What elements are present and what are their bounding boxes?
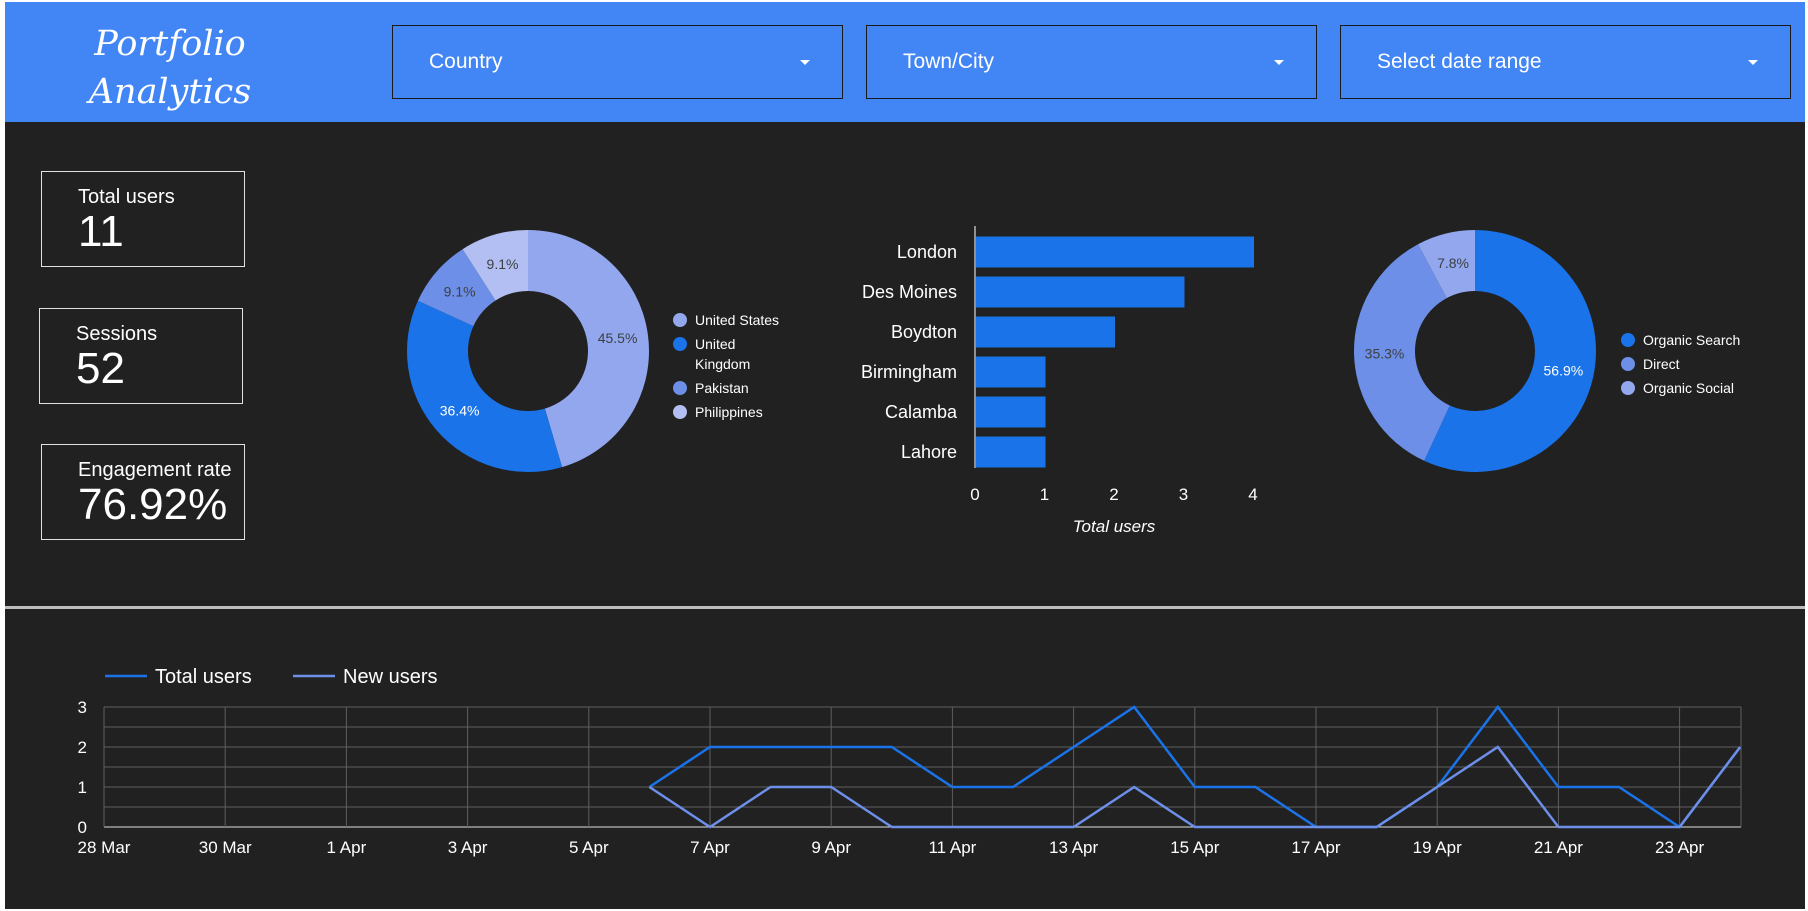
timeline-x-tick-label: 21 Apr [1534, 838, 1583, 857]
date-range-dropdown[interactable]: Select date range [1340, 25, 1791, 99]
bar-x-tick-label: 0 [970, 485, 979, 504]
kpi-label: Sessions [76, 323, 158, 345]
users-timeline-chart: 0 1 2 3 28 Mar 30 Mar 1 Apr 3 Apr 5 Apr 7 Apr 9 Ap… [78, 666, 1742, 857]
channel-legend-swatch [1621, 357, 1635, 371]
timeline-y-tick-label: 3 [78, 698, 87, 717]
bar-category-label: Des Moines [862, 282, 957, 302]
country-filter-label: Country [429, 50, 503, 73]
kpi-label: Total users [78, 186, 175, 208]
kpi-sessions: Sessions 52 [39, 308, 243, 404]
timeline-x-tick-label: 5 Apr [569, 838, 609, 857]
timeline-legend-label: Total users [155, 666, 252, 688]
bar [976, 236, 1254, 268]
timeline-x-tick-label: 17 Apr [1291, 838, 1340, 857]
timeline-x-tick-label: 13 Apr [1049, 838, 1098, 857]
bar-category-label: Birmingham [861, 362, 957, 382]
date-range-label: Select date range [1377, 50, 1542, 73]
timeline-x-tick-label: 15 Apr [1170, 838, 1219, 857]
bar-x-tick-label: 1 [1040, 485, 1049, 504]
bar [976, 436, 1046, 468]
kpi-value: 76.92% [78, 480, 228, 529]
kpi-total-users: Total users 11 [41, 171, 245, 267]
country-legend-swatch [673, 313, 687, 327]
city-bar-chart: London Des Moines Boydton Birmingham Calamba… [861, 226, 1258, 536]
bar-x-axis-title: Total users [1073, 517, 1156, 536]
country-legend-label: United [695, 336, 735, 352]
channel-slice-label: 35.3% [1365, 346, 1405, 362]
report-title: Portfolio Analytics [88, 24, 252, 112]
city-filter-dropdown[interactable]: Town/City [866, 25, 1317, 99]
channel-legend-label: Organic Search [1643, 332, 1740, 348]
timeline-x-tick-label: 3 Apr [448, 838, 488, 857]
country-legend-swatch [673, 337, 687, 351]
channel-donut-chart: 56.9% 35.3% 7.8% Organic Search Direct Organi… [1354, 230, 1740, 472]
bar [976, 316, 1115, 348]
channel-legend-swatch [1621, 381, 1635, 395]
timeline-x-tick-label: 28 Mar [78, 838, 131, 857]
country-legend-label: Philippines [695, 404, 763, 420]
bar-x-tick-label: 3 [1179, 485, 1188, 504]
country-donut-chart: 45.5% 36.4% 9.1% 9.1% United States United Kin… [407, 230, 779, 472]
channel-legend-label: Organic Social [1643, 380, 1734, 396]
bar-category-label: Lahore [901, 442, 957, 462]
timeline-y-tick-label: 0 [78, 818, 87, 837]
bar-category-label: London [897, 242, 957, 262]
kpi-value: 52 [76, 344, 125, 393]
country-legend-label: United States [695, 312, 779, 328]
timeline-legend-label: New users [343, 666, 437, 688]
channel-slice-label: 7.8% [1437, 255, 1469, 271]
country-filter-dropdown[interactable]: Country [392, 25, 843, 99]
country-legend-label: Kingdom [695, 356, 750, 372]
channel-legend-label: Direct [1643, 356, 1680, 372]
timeline-y-tick-label: 1 [78, 778, 87, 797]
country-slice [407, 300, 563, 472]
timeline-x-tick-label: 30 Mar [199, 838, 252, 857]
city-filter-label: Town/City [903, 50, 995, 73]
header-bar: Portfolio Analytics Country Town/City Se… [5, 2, 1805, 122]
channel-legend-swatch [1621, 333, 1635, 347]
timeline-x-tick-label: 9 Apr [811, 838, 851, 857]
bar [976, 356, 1046, 388]
country-slice-label: 36.4% [440, 402, 480, 418]
timeline-x-tick-label: 19 Apr [1413, 838, 1462, 857]
chevron-down-icon [1274, 60, 1284, 65]
country-slice-label: 9.1% [487, 256, 519, 272]
kpi-value: 11 [78, 207, 124, 256]
timeline-y-tick-label: 2 [78, 738, 87, 757]
chevron-down-icon [800, 60, 810, 65]
bar [976, 276, 1185, 308]
timeline-x-tick-label: 7 Apr [690, 838, 730, 857]
bar-x-tick-label: 4 [1248, 485, 1257, 504]
country-slice-label: 9.1% [444, 284, 476, 300]
timeline-x-tick-label: 1 Apr [327, 838, 367, 857]
bar-category-label: Calamba [885, 402, 958, 422]
country-legend-swatch [673, 405, 687, 419]
section-divider [5, 606, 1805, 609]
bar-x-tick-label: 2 [1109, 485, 1118, 504]
channel-slice-label: 56.9% [1544, 362, 1584, 378]
timeline-x-tick-label: 23 Apr [1655, 838, 1704, 857]
chevron-down-icon [1748, 60, 1758, 65]
kpi-label: Engagement rate [78, 459, 232, 481]
bar-category-label: Boydton [891, 322, 957, 342]
country-legend-swatch [673, 381, 687, 395]
country-legend-label: Pakistan [695, 380, 749, 396]
kpi-engagement-rate: Engagement rate 76.92% [41, 444, 245, 540]
timeline-x-tick-label: 11 Apr [928, 838, 976, 857]
country-slice-label: 45.5% [598, 330, 638, 346]
bar [976, 396, 1046, 428]
